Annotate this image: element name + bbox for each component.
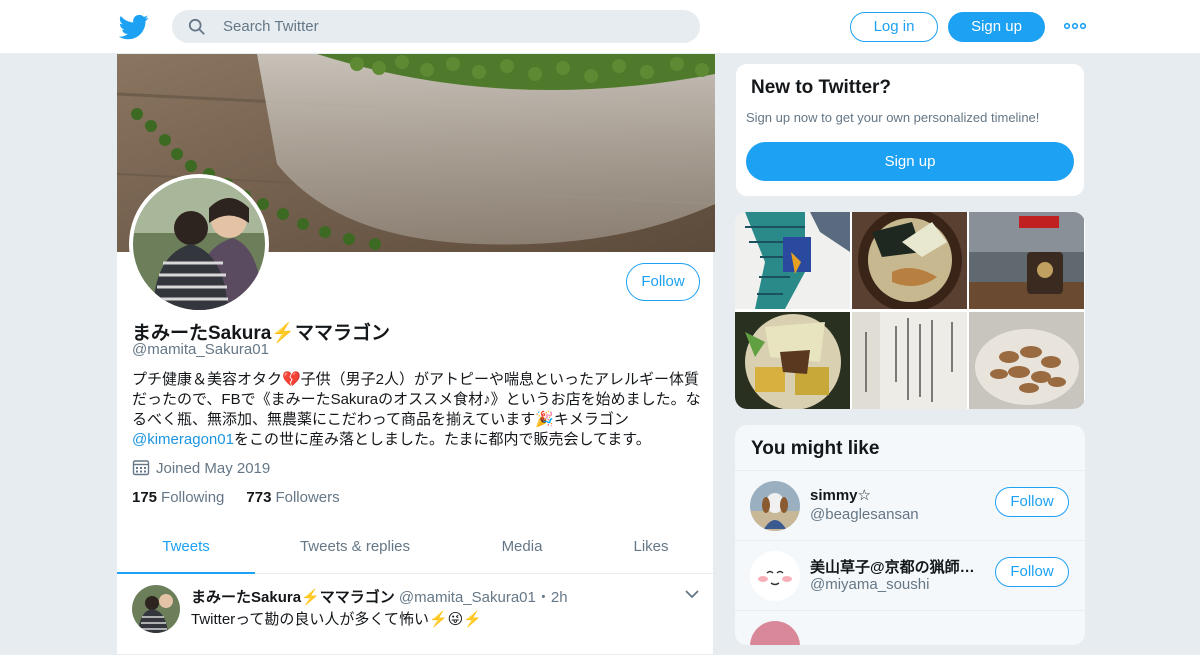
profile-stats: 175 Following 773 Followers <box>132 489 340 506</box>
tweet-item[interactable]: まみーたSakura⚡️ママラゴン @mamita_Sakura01・2h Tw… <box>117 575 713 655</box>
tweet-text: Twitterって勘の良い人が多くて怖い⚡️😜⚡️ <box>191 611 482 628</box>
new-to-twitter-text: Sign up now to get your own personalized… <box>746 110 1040 125</box>
media-photo-almonds <box>969 312 1084 409</box>
tab-likes[interactable]: Likes <box>607 522 695 574</box>
avatar-photo <box>133 178 265 310</box>
join-date-text: Joined May 2019 <box>156 460 271 477</box>
top-bar: Search Twitter Log in Sign up <box>0 0 1200 54</box>
new-to-twitter-card: New to Twitter? Sign up now to get your … <box>735 63 1085 197</box>
follow-button[interactable]: Follow <box>626 263 700 301</box>
profile-column: Follow まみーたSakura⚡️ママラゴン @mamita_Sakura0… <box>116 54 715 655</box>
followers-label: Followers <box>275 489 340 506</box>
tweet-author-name: まみーたSakura⚡️ママラゴン <box>191 589 395 606</box>
tweet-avatar-photo <box>132 585 180 633</box>
followers-count: 773 <box>246 489 272 506</box>
follow-user-button[interactable]: Follow <box>995 557 1069 587</box>
profile-tabs: Tweets Tweets & replies Media Likes <box>117 522 713 574</box>
new-to-twitter-title: New to Twitter? <box>751 77 892 98</box>
follow-user-button[interactable]: Follow <box>995 487 1069 517</box>
more-dots-icon[interactable] <box>1064 18 1086 34</box>
media-thumb[interactable] <box>735 312 850 409</box>
search-placeholder: Search Twitter <box>223 18 319 35</box>
user-avatar-dog <box>750 481 800 531</box>
media-thumb[interactable] <box>735 212 850 309</box>
media-photo-cafe-cup <box>969 212 1084 309</box>
sidebar-signup-button[interactable]: Sign up <box>746 142 1074 181</box>
user-avatar[interactable] <box>750 621 800 645</box>
user-name[interactable]: 美山草子@京都の猟師… <box>810 556 980 577</box>
profile-handle: @mamita_Sakura01 <box>132 341 269 358</box>
signup-button[interactable]: Sign up <box>948 12 1045 42</box>
media-grid <box>735 212 1085 409</box>
tweet-meta: @mamita_Sakura01・2h <box>398 589 568 606</box>
you-might-like-title: You might like <box>751 438 880 459</box>
media-photo-simmered-dish <box>735 312 850 409</box>
tweet-avatar[interactable] <box>132 585 180 633</box>
you-might-like-card: You might like simmy☆ @beaglesansan Foll… <box>735 425 1085 645</box>
user-handle: @beaglesansan <box>810 506 919 523</box>
suggested-user[interactable]: simmy☆ @beaglesansan Follow <box>735 470 1085 540</box>
user-avatar[interactable] <box>750 551 800 601</box>
suggested-user[interactable]: 美山草子@京都の猟師… @miyama_soushi Follow <box>735 540 1085 610</box>
media-photo-pajamas <box>735 212 850 309</box>
followers-stat[interactable]: 773 Followers <box>246 489 339 506</box>
search-icon <box>188 18 205 35</box>
suggested-user[interactable] <box>735 610 1085 645</box>
media-thumb[interactable] <box>969 212 1084 309</box>
media-thumb[interactable] <box>852 212 967 309</box>
following-stat[interactable]: 175 Following <box>132 489 224 506</box>
calendar-icon <box>132 460 150 476</box>
tab-tweets-replies[interactable]: Tweets & replies <box>285 522 425 574</box>
profile-bio: プチ健康＆美容オタク💔子供（男子2人）がアトピーや喘息といったアレルギー体質だっ… <box>132 370 702 450</box>
user-avatar-partial <box>750 621 800 645</box>
user-avatar[interactable] <box>750 481 800 531</box>
media-thumb[interactable] <box>969 312 1084 409</box>
following-count: 175 <box>132 489 158 506</box>
user-name[interactable]: simmy☆ <box>810 486 980 504</box>
user-handle: @miyama_soushi <box>810 576 930 593</box>
bio-text-end: をこの世に産み落としました。たまに都内で販売会してます。 <box>233 431 651 448</box>
bio-text: プチ健康＆美容オタク💔子供（男子2人）がアトピーや喘息といったアレルギー体質だっ… <box>132 371 701 428</box>
tab-tweets[interactable]: Tweets <box>117 522 255 574</box>
profile-avatar[interactable] <box>129 174 269 314</box>
search-box[interactable]: Search Twitter <box>172 10 700 43</box>
user-avatar-face <box>750 551 800 601</box>
twitter-bird-icon[interactable] <box>119 12 149 42</box>
following-label: Following <box>161 489 225 506</box>
chevron-down-icon[interactable] <box>685 589 699 599</box>
tweet-author[interactable]: まみーたSakura⚡️ママラゴン @mamita_Sakura01・2h <box>191 586 568 607</box>
login-button[interactable]: Log in <box>850 12 938 42</box>
media-photo-handwriting <box>852 312 967 409</box>
media-photo-noodles <box>852 212 967 309</box>
media-thumb[interactable] <box>852 312 967 409</box>
join-date: Joined May 2019 <box>132 458 270 477</box>
tab-media[interactable]: Media <box>467 522 577 574</box>
bio-mention-link[interactable]: @kimeragon01 <box>132 431 234 448</box>
